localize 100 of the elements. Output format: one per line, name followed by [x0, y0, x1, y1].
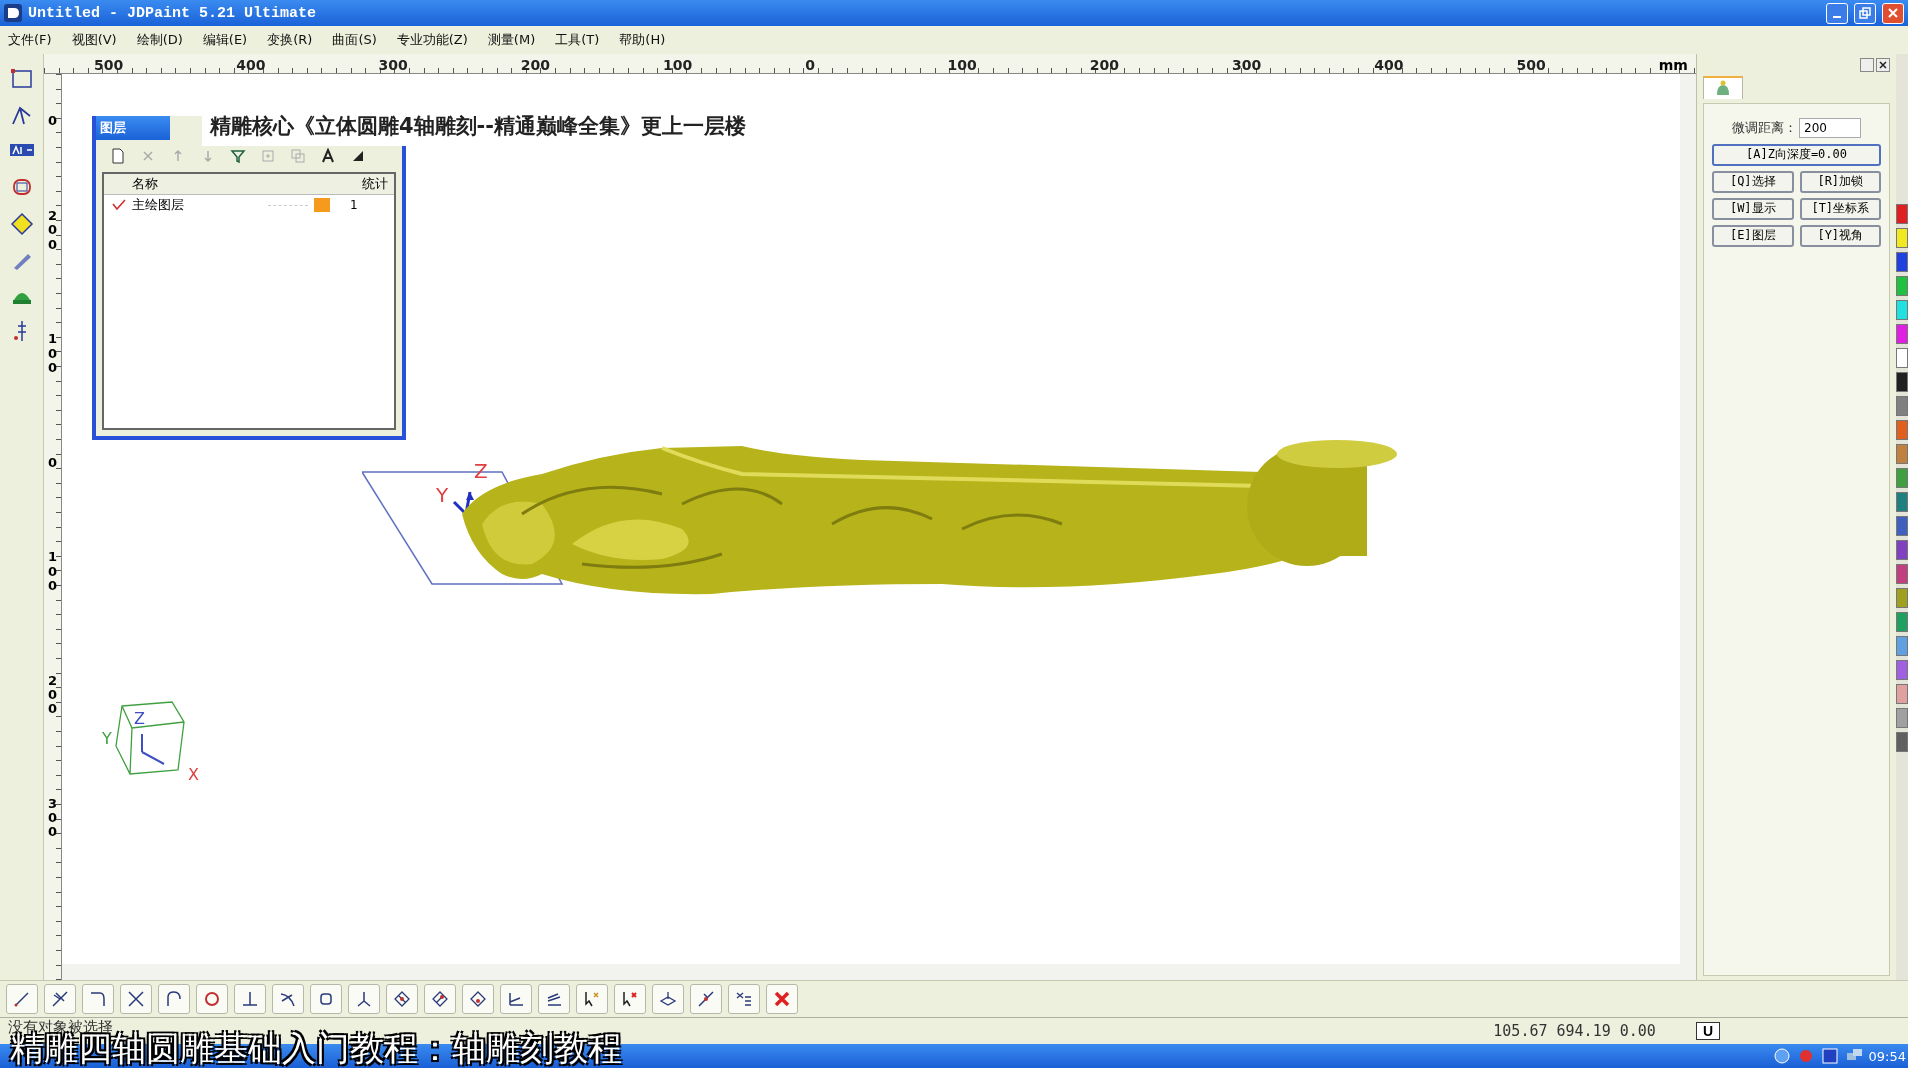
color-swatch[interactable]	[1896, 588, 1908, 608]
color-swatch[interactable]	[1896, 708, 1908, 728]
tray-icon[interactable]	[1772, 1047, 1791, 1065]
tool-button[interactable]	[538, 984, 570, 1014]
color-swatch[interactable]	[1896, 444, 1908, 464]
tool-button[interactable]	[424, 984, 456, 1014]
menu-item[interactable]: 帮助(H)	[619, 31, 666, 49]
tool-button[interactable]	[652, 984, 684, 1014]
line-tool-icon	[696, 989, 716, 1009]
bell-icon	[1714, 79, 1732, 98]
tool-button[interactable]	[82, 984, 114, 1014]
ruler-label: 100	[947, 57, 978, 73]
tool-button[interactable]	[234, 984, 266, 1014]
color-swatch[interactable]	[1896, 564, 1908, 584]
tool-button[interactable]	[576, 984, 608, 1014]
close-icon	[1877, 59, 1889, 71]
ruler-label: 400	[1374, 57, 1405, 73]
cursor-coordinates: 105.67 694.19 0.00	[1493, 1022, 1656, 1040]
menu-item[interactable]: 曲面(S)	[332, 31, 377, 49]
ruler-unit: mm	[1658, 57, 1688, 73]
panel-title: 图层	[96, 116, 170, 140]
trim-tool-icon	[50, 989, 70, 1009]
panel-button[interactable]: [W]显示	[1712, 197, 1794, 220]
color-swatch[interactable]	[1896, 660, 1908, 680]
tool-button[interactable]	[386, 984, 418, 1014]
color-swatch[interactable]	[1896, 540, 1908, 560]
menu-item[interactable]: 变换(R)	[267, 31, 313, 49]
ruler-label: 200	[46, 208, 58, 252]
color-swatch[interactable]	[1896, 732, 1908, 752]
menu-item[interactable]: 绘制(D)	[136, 31, 183, 49]
color-swatch[interactable]	[1896, 372, 1908, 392]
ruler-label: 300	[378, 57, 409, 73]
panel-button[interactable]: [Y]视角	[1799, 224, 1881, 247]
tool-button[interactable]	[158, 984, 190, 1014]
menu-item[interactable]: 视图(V)	[71, 31, 117, 49]
circle-tool-icon	[202, 989, 222, 1009]
layer-color-swatch[interactable]	[314, 198, 330, 212]
color-swatch[interactable]	[1896, 348, 1908, 368]
unit-button[interactable]: U	[1695, 1022, 1720, 1040]
panel-button[interactable]: [A]Z向深度=0.00	[1712, 143, 1881, 166]
font-icon[interactable]	[320, 148, 336, 164]
axis-label: X	[188, 765, 199, 784]
layer-name[interactable]: 主绘图层	[132, 196, 262, 214]
check-icon[interactable]	[112, 198, 126, 212]
app-logo-icon	[4, 4, 22, 22]
ruler-label: 200	[520, 57, 551, 73]
tool-button[interactable]	[728, 984, 760, 1014]
diamond-grid-icon	[392, 989, 412, 1009]
menu-item[interactable]: 文件(F)	[8, 31, 52, 49]
layer-count: 1	[350, 198, 358, 212]
tool-button[interactable]	[500, 984, 532, 1014]
panel-button[interactable]: [R]加锁	[1799, 170, 1881, 193]
ruler-label: 0	[46, 114, 58, 129]
close-button[interactable]	[1876, 58, 1890, 72]
color-swatch[interactable]	[1896, 684, 1908, 704]
menu-item[interactable]: 专业功能(Z)	[396, 31, 468, 49]
menu-item[interactable]: 测量(M)	[487, 31, 536, 49]
panel-button[interactable]: [T]坐标系	[1799, 197, 1881, 220]
panel-tab[interactable]	[1703, 76, 1743, 99]
minimize-button[interactable]	[1826, 2, 1848, 24]
tool-button[interactable]	[690, 984, 722, 1014]
ruler-label: 0	[46, 455, 58, 470]
tool-button[interactable]	[348, 984, 380, 1014]
color-swatch[interactable]	[1896, 228, 1908, 248]
color-swatch[interactable]	[1896, 468, 1908, 488]
filter-icon[interactable]	[230, 148, 246, 164]
tool-button[interactable]	[272, 984, 304, 1014]
tool-button[interactable]	[120, 984, 152, 1014]
tool-button[interactable]	[614, 984, 646, 1014]
field-label: 微调距离：	[1732, 118, 1797, 137]
tool-button[interactable]	[44, 984, 76, 1014]
delete-button[interactable]	[766, 984, 798, 1014]
color-swatch[interactable]	[1896, 492, 1908, 512]
color-swatch[interactable]	[1896, 204, 1908, 224]
diamond-grid-icon	[430, 989, 450, 1009]
column-header[interactable]: 名称	[104, 175, 334, 193]
menu-item[interactable]: 编辑(E)	[202, 31, 248, 49]
color-swatch[interactable]	[1896, 324, 1908, 344]
line-tool-icon	[12, 989, 32, 1009]
column-header[interactable]: 统计	[334, 175, 394, 193]
restore-icon	[1859, 7, 1871, 19]
ruler-label: 400	[236, 57, 267, 73]
color-swatch[interactable]	[1896, 612, 1908, 632]
input-field[interactable]: 200	[1799, 117, 1861, 138]
color-swatch[interactable]	[1896, 396, 1908, 416]
tool-button[interactable]	[310, 984, 342, 1014]
tool-button[interactable]	[462, 984, 494, 1014]
tray-icon[interactable]	[1820, 1047, 1839, 1065]
color-swatch[interactable]	[1896, 516, 1908, 536]
menu-item[interactable]: 工具(T)	[555, 31, 600, 49]
panel-button[interactable]: [E]图层	[1712, 224, 1794, 247]
panel-button[interactable]: [Q]选择	[1712, 170, 1794, 193]
color-swatch[interactable]	[1896, 300, 1908, 320]
color-swatch[interactable]	[1896, 636, 1908, 656]
tool-button[interactable]	[196, 984, 228, 1014]
color-swatch[interactable]	[1896, 420, 1908, 440]
delete-icon	[772, 989, 792, 1009]
color-swatch[interactable]	[1896, 252, 1908, 272]
color-swatch[interactable]	[1896, 276, 1908, 296]
new-layer-icon[interactable]	[110, 148, 126, 164]
